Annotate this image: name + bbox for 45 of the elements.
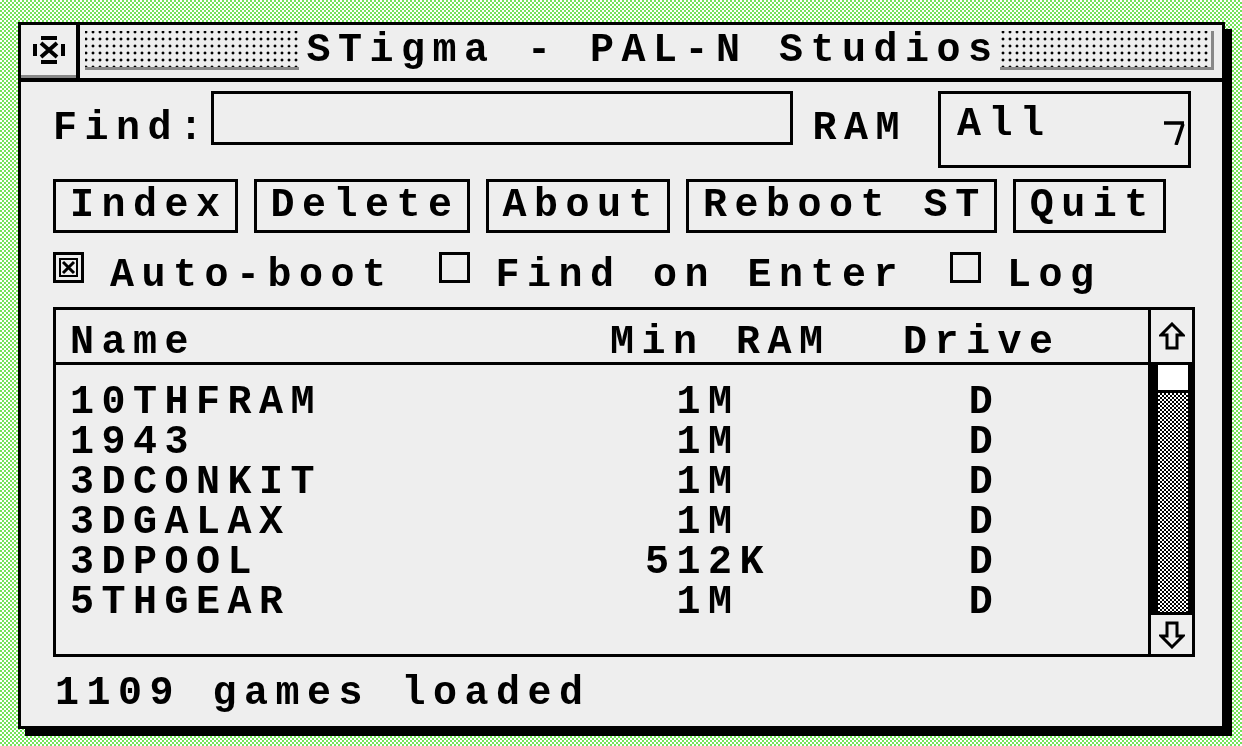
ram-label: RAM bbox=[812, 109, 908, 149]
table-cell-text: 512K bbox=[644, 543, 772, 583]
checkbox-label: Log bbox=[1007, 256, 1102, 296]
ram-dropdown[interactable]: All bbox=[938, 91, 1192, 168]
down-arrow-icon bbox=[1158, 620, 1185, 649]
table-cell-text: D bbox=[967, 383, 1002, 423]
table-cell-text: 10THFRAM bbox=[70, 383, 324, 423]
checkbox[interactable] bbox=[438, 252, 470, 283]
table-cell-text: 1M bbox=[675, 583, 741, 623]
table-cell-text: D bbox=[967, 543, 1002, 583]
checkbox-label: Auto-boot bbox=[110, 256, 394, 296]
action-button[interactable]: About bbox=[485, 179, 671, 233]
table-cell-text: 3DGALAX bbox=[70, 503, 292, 543]
checkbox[interactable] bbox=[950, 252, 982, 283]
find-label: Find: bbox=[53, 109, 211, 149]
column-header: Min RAM bbox=[609, 323, 832, 362]
table-cell-text: D bbox=[967, 423, 1002, 463]
cross-mark-icon bbox=[59, 258, 78, 277]
status-text: 1109 games loaded bbox=[54, 674, 592, 714]
table-cell-text: 5THGEAR bbox=[70, 583, 292, 623]
table-cell-text: 1943 bbox=[70, 423, 197, 463]
scrollbar-thumb[interactable] bbox=[1158, 365, 1188, 393]
close-button[interactable] bbox=[21, 25, 80, 78]
action-button[interactable]: Index bbox=[53, 179, 238, 233]
up-arrow-icon bbox=[1158, 322, 1185, 350]
table-cell-text: 3DCONKIT bbox=[70, 463, 324, 503]
table-cell-text: 3DPOOL bbox=[70, 543, 261, 583]
table-cell-text: 1M bbox=[675, 503, 741, 543]
table-cell-text: 1M bbox=[675, 463, 741, 503]
table-cell-text: 1M bbox=[675, 383, 741, 423]
search-field[interactable] bbox=[210, 91, 793, 145]
action-button[interactable]: Delete bbox=[253, 179, 470, 233]
table-cell-text: 1M bbox=[675, 423, 741, 463]
column-header: Name bbox=[70, 323, 197, 362]
close-icon bbox=[32, 36, 65, 64]
table-cell-text: D bbox=[967, 463, 1002, 503]
checkbox[interactable] bbox=[53, 252, 84, 283]
table-cell-text: D bbox=[967, 503, 1002, 543]
checkbox-label: Find on Enter bbox=[495, 256, 906, 296]
window-title: STigma - PAL-N Studios bbox=[299, 30, 1000, 71]
action-button[interactable]: Reboot ST bbox=[686, 179, 997, 233]
column-header: Drive bbox=[902, 323, 1062, 362]
corner-mark-icon bbox=[1164, 121, 1187, 145]
table-cell-text: D bbox=[967, 583, 1002, 623]
action-button[interactable]: Quit bbox=[1012, 179, 1166, 233]
